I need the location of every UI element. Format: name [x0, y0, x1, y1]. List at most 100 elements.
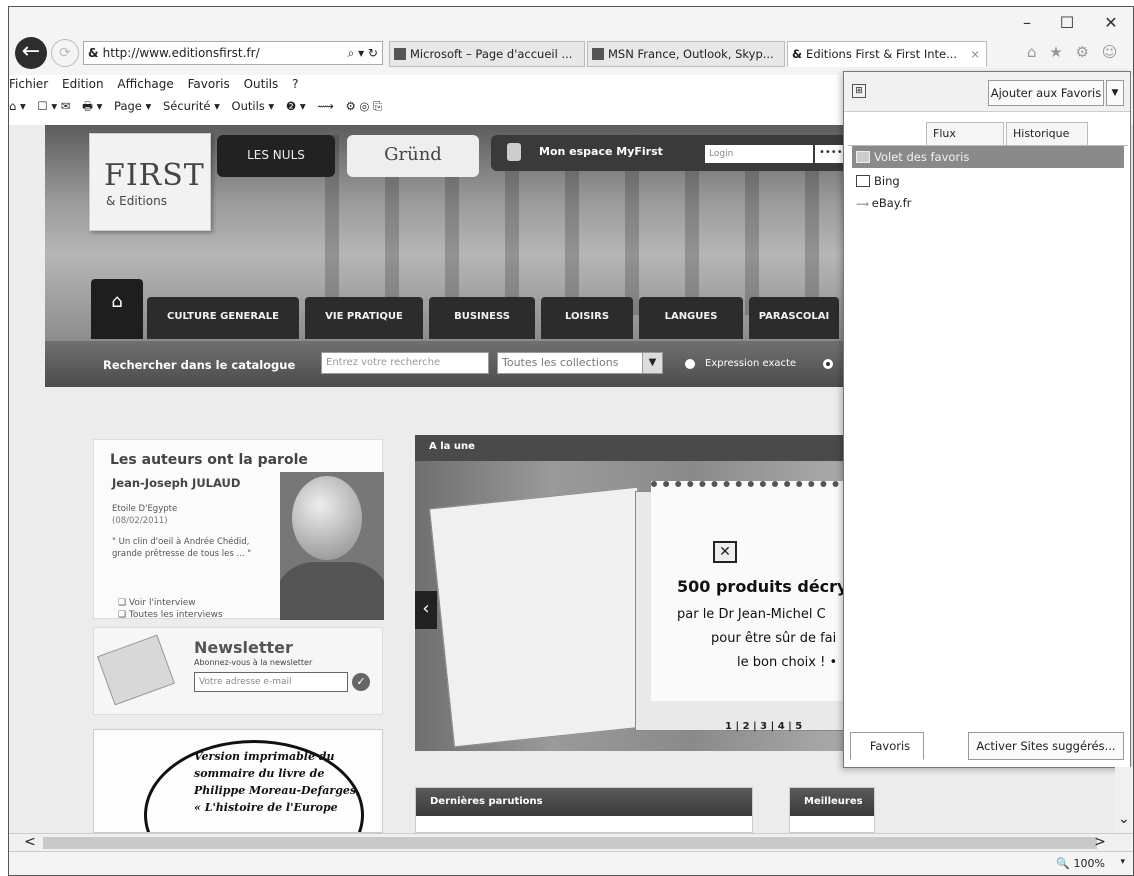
chevron-down-icon[interactable]: ▾: [1120, 857, 1125, 867]
newspaper-icon: [97, 634, 175, 706]
print-icon[interactable]: 🖶 ▾: [82, 99, 102, 113]
extra-tools-icon[interactable]: ⚙ ◎ ⎘: [345, 99, 382, 113]
vertical-scrollbar[interactable]: ⌄: [1115, 767, 1133, 833]
maximize-button[interactable]: ☐: [1051, 13, 1083, 32]
all-words-radio[interactable]: [823, 359, 833, 369]
home-icon[interactable]: ⌂ ▾: [9, 99, 26, 113]
grund-logo[interactable]: Gründ: [347, 135, 479, 177]
favorites-item[interactable]: ⟿ eBay.fr: [852, 192, 1124, 214]
carousel-pager[interactable]: 1 | 2 | 3 | 4 | 5: [725, 721, 802, 732]
pour-les-nuls-logo[interactable]: LES NULS: [217, 135, 335, 177]
pin-icon[interactable]: ⊞: [852, 84, 866, 98]
carousel-image[interactable]: ✕ 500 produits décry par le Dr Jean-Mich…: [415, 461, 875, 751]
a-la-une-carousel: A la une ✕ 500 produits décry par le Dr …: [415, 435, 875, 751]
newsletter-submit-button[interactable]: ✓: [352, 673, 370, 691]
all-interviews-link[interactable]: ❑ Toutes les interviews: [118, 610, 223, 620]
tab-close-icon[interactable]: ×: [970, 42, 980, 66]
feeds-mail-icon[interactable]: ☐ ▾ ✉: [37, 99, 70, 113]
address-actions[interactable]: ⌕ ▾ ↻: [348, 42, 378, 64]
tab-editions-first[interactable]: & Editions First & First Inte... ×: [787, 41, 987, 67]
forward-button[interactable]: ⟳: [51, 39, 79, 67]
back-button[interactable]: ←: [15, 37, 47, 69]
tab-favoris[interactable]: Favoris: [850, 732, 924, 760]
tab-parascolaire[interactable]: PARASCOLAI: [749, 297, 839, 339]
favorites-item[interactable]: Bing: [852, 170, 1124, 192]
newsletter-email-input[interactable]: Votre adresse e-mail: [194, 672, 348, 692]
login-field[interactable]: Login: [705, 145, 813, 163]
rss-icon[interactable]: ⟿: [317, 99, 334, 113]
myfirst-login-panel: Mon espace MyFirst Login ••••: [491, 135, 875, 171]
help-icon[interactable]: ❷ ▾: [286, 99, 306, 113]
address-text: http://www.editionsfirst.fr/: [102, 46, 260, 60]
address-bar[interactable]: & http://www.editionsfirst.fr/ ⌕ ▾ ↻: [83, 41, 383, 65]
tab-vie-pratique[interactable]: VIE PRATIQUE: [305, 297, 423, 339]
home-tab[interactable]: ⌂: [91, 279, 143, 339]
collections-select[interactable]: Toutes les collections ▼: [497, 352, 663, 374]
horizontal-scrollbar[interactable]: < >: [9, 833, 1133, 852]
favorites-item-label: eBay.fr: [871, 196, 912, 210]
expression-label: Expression exacte: [705, 358, 797, 369]
logo-subtext: & Editions: [106, 194, 167, 208]
favorites-pane: ⊞ Ajouter aux Favoris ▼ Favoris Flux His…: [843, 71, 1131, 768]
tab-loisirs[interactable]: LOISIRS: [541, 297, 633, 339]
activate-suggested-sites-button[interactable]: Activer Sites suggérés...: [968, 732, 1124, 760]
menu-help[interactable]: ?: [292, 77, 298, 91]
favorites-item[interactable]: Volet des favoris: [852, 146, 1124, 168]
scrollbar-thumb[interactable]: [43, 837, 1097, 849]
a-la-une-title: A la une: [415, 435, 875, 461]
toolbar-icons[interactable]: ⌂ ★ ⚙ ☺: [1027, 43, 1121, 61]
menu-outils[interactable]: Outils: [244, 77, 279, 91]
tab-flux[interactable]: Flux: [926, 122, 1004, 146]
close-button[interactable]: ✕: [1095, 13, 1127, 32]
meilleures-ventes-box: Meilleures ventes: [789, 787, 875, 833]
book-page-left: [429, 486, 663, 748]
tab-culture-generale[interactable]: CULTURE GENERALE: [147, 297, 299, 339]
dernieres-parutions-title: Dernières parutions: [416, 788, 752, 816]
windows-icon: [394, 48, 406, 60]
zoom-level[interactable]: 🔍 100%: [1056, 857, 1105, 870]
carousel-prev-button[interactable]: ‹: [415, 591, 437, 629]
author-name[interactable]: Jean-Joseph JULAUD: [112, 476, 240, 490]
scroll-right-icon[interactable]: >: [1089, 834, 1111, 852]
expression-radio[interactable]: [685, 359, 695, 369]
promo-line-4: le bon choix ! •: [737, 655, 838, 670]
site-header: FIRST & Editions LES NULS Gründ Mon espa…: [45, 125, 875, 341]
chevron-down-icon[interactable]: ▼: [1106, 80, 1124, 106]
catalogue-search-bar: Rechercher dans le catalogue Entrez votr…: [45, 341, 875, 387]
command-bar: ⌂ ▾ ☐ ▾ ✉ 🖶 ▾ Page ▾ Sécurité ▾ Outils ▾…: [9, 99, 390, 121]
add-to-favorites-button[interactable]: Ajouter aux Favoris: [988, 80, 1104, 106]
tab-label: Microsoft – Page d'accueil ...: [410, 47, 573, 61]
logo-text: FIRST: [104, 158, 205, 193]
tab-microsoft[interactable]: Microsoft – Page d'accueil ...: [389, 41, 585, 67]
msn-icon: [592, 48, 604, 60]
view-interview-link[interactable]: ❑ Voir l'interview: [118, 598, 196, 608]
printable-summary-promo[interactable]: Version imprimable du sommaire du livre …: [93, 729, 383, 833]
chevron-down-icon: ▼: [642, 353, 662, 373]
security-menu[interactable]: Sécurité ▾: [163, 99, 220, 113]
scroll-down-icon[interactable]: ⌄: [1118, 811, 1130, 827]
menu-favoris[interactable]: Favoris: [188, 77, 230, 91]
menu-edition[interactable]: Edition: [62, 77, 104, 91]
tab-historique[interactable]: Historique: [1006, 122, 1088, 146]
promo-line-2: par le Dr Jean-Michel C: [677, 607, 826, 622]
menu-fichier[interactable]: Fichier: [9, 77, 48, 91]
promo-line-3: pour être sûr de fai: [711, 631, 837, 646]
first-logo[interactable]: FIRST & Editions: [89, 133, 211, 231]
tab-msn[interactable]: MSN France, Outlook, Skyp...: [587, 41, 785, 67]
tab-business[interactable]: BUSINESS: [429, 297, 535, 339]
book-title[interactable]: Etoile D'Egypte: [112, 504, 177, 514]
tools-menu[interactable]: Outils ▾: [232, 99, 275, 113]
menu-affichage[interactable]: Affichage: [117, 77, 173, 91]
search-label: Rechercher dans le catalogue: [103, 358, 296, 372]
scroll-left-icon[interactable]: <: [19, 834, 41, 852]
promo-line-1: 500 produits décry: [677, 577, 848, 596]
minimize-button[interactable]: –: [1011, 13, 1043, 32]
nuls-text: LES NULS: [247, 148, 305, 162]
collections-value: Toutes les collections: [502, 356, 619, 369]
favorites-item-label: Volet des favoris: [874, 150, 970, 164]
dernieres-parutions-box: Dernières parutions: [415, 787, 753, 833]
page-menu[interactable]: Page ▾: [114, 99, 151, 113]
tab-langues[interactable]: LANGUES: [639, 297, 743, 339]
search-input[interactable]: Entrez votre recherche: [321, 352, 489, 374]
newsletter-heading: Newsletter: [194, 638, 293, 657]
